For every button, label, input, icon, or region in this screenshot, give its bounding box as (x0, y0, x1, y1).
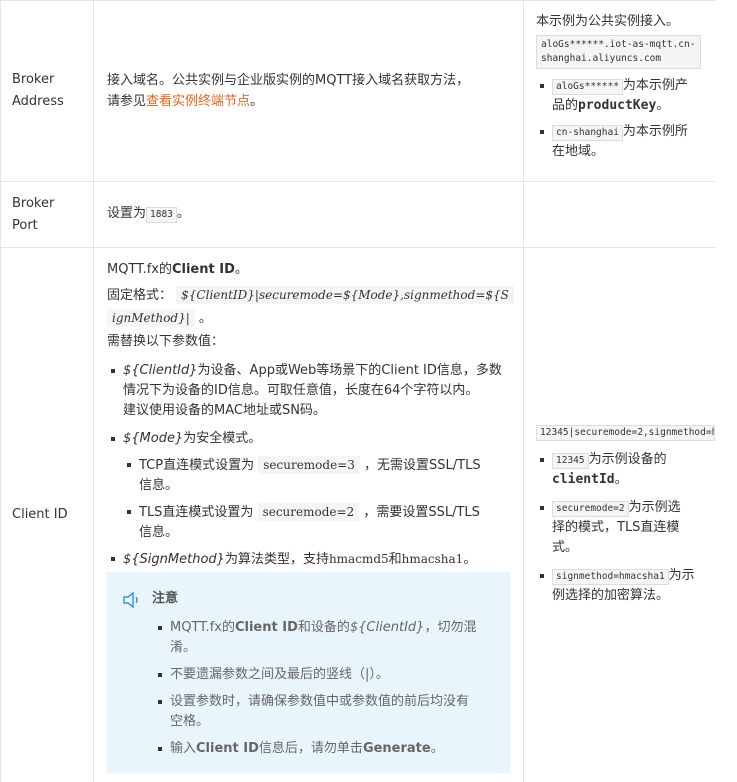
list-item: ${Mode}为安全模式。 TCP直连模式设置为 securemode=3 ，无… (107, 429, 517, 543)
example-cell: 本示例为公共实例接入。 aloGs******.iot-as-mqtt.cn- … (524, 0, 715, 181)
format-code: ${ClientID}|securemode=${Mode},signmetho… (176, 286, 514, 304)
mode-sublist: TCP直连模式设置为 securemode=3 ，无需设置SSL/TLS 信息。… (123, 455, 517, 543)
list-item: cn-shanghai 为本示例所 在地域。 (536, 122, 712, 162)
label-cell: Broker Address (0, 0, 94, 181)
example-cell (524, 182, 715, 247)
example-intro: 本示例为公共实例接入。 (536, 14, 680, 29)
description-cell: 设置为 1883。 (94, 182, 524, 247)
list-item: ${SignMethod}为算法类型，支持hmacmd5和hmacsha1。 (107, 549, 517, 570)
example-cell: 12345|securemode=2,signmethod=hm 12345 为示… (524, 248, 715, 782)
table-row-broker-address: Broker Address 接入域名。公共实例与企业版实例的MQTT接入域名获… (0, 0, 715, 182)
client-id-title: MQTT.fx的Client ID。 (107, 262, 248, 277)
description-text: 接入域名。公共实例与企业版实例的MQTT接入域名获取方法， 请参见查看实例终端节… (107, 73, 470, 109)
format-text: 固定格式： ${ClientID}|securemode=${Mode},sig… (107, 284, 517, 330)
list-item: MQTT.fx的Client ID和设备的${ClientId}，切勿混 淆。 (154, 618, 504, 658)
replace-label: 需替换以下参数值： (107, 334, 225, 349)
list-item: securemode=2 为示例选 择的模式，TLS直连模 式。 (536, 498, 712, 558)
example-domain-code: aloGs******.iot-as-mqtt.cn- shanghai.ali… (536, 35, 701, 69)
list-item: signmethod=hmacsha1 为示 例选择的加密算法。 (536, 566, 712, 606)
list-item: 不要遗漏参数之间及最后的竖线（|）。 (154, 665, 504, 685)
description-cell: 接入域名。公共实例与企业版实例的MQTT接入域名获取方法， 请参见查看实例终端节… (94, 0, 524, 181)
note-box: 注意 MQTT.fx的Client ID和设备的${ClientId}，切勿混 … (107, 572, 510, 773)
example-bullets: 12345 为示例设备的 clientId。 securemode=2 为示例选 择… (536, 450, 712, 614)
param-list: ${ClientId}为设备、App或Web等场景下的Client ID信息，多… (107, 361, 517, 578)
label-cell: Client ID (0, 248, 94, 782)
label-cell: Broker Port (0, 182, 94, 247)
list-item: 设置参数时，请确保参数值中或参数值的前后均没有 空格。 (154, 692, 504, 732)
list-item: 12345 为示例设备的 clientId。 (536, 450, 712, 490)
example-client-id-code: 12345|securemode=2,signmethod=hm (536, 425, 715, 441)
table-row-broker-port: Broker Port 设置为 1883。 (0, 182, 715, 248)
endpoint-link[interactable]: 查看实例终端节点 (146, 94, 250, 109)
list-item: 输入Client ID信息后，请勿单击Generate。 (154, 739, 504, 759)
row-label: Broker Address (12, 72, 64, 109)
row-label: Client ID (12, 507, 68, 522)
list-item: ${ClientId}为设备、App或Web等场景下的Client ID信息，多… (107, 361, 517, 421)
row-label: Broker Port (12, 196, 55, 233)
speaker-icon (121, 589, 143, 611)
example-bullets: aloGs****** 为本示例产 品的productKey。 cn-shangh… (536, 76, 712, 170)
note-list: MQTT.fx的Client ID和设备的${ClientId}，切勿混 淆。 … (154, 618, 504, 767)
list-item: TCP直连模式设置为 securemode=3 ，无需设置SSL/TLS 信息。 (123, 455, 517, 496)
note-title: 注意 (152, 591, 179, 606)
list-item: TLS直连模式设置为 securemode=2 ，需要设置SSL/TLS 信息。 (123, 502, 517, 543)
list-item: aloGs****** 为本示例产 品的productKey。 (536, 76, 712, 116)
description-text: 设置为 1883。 (107, 206, 190, 223)
